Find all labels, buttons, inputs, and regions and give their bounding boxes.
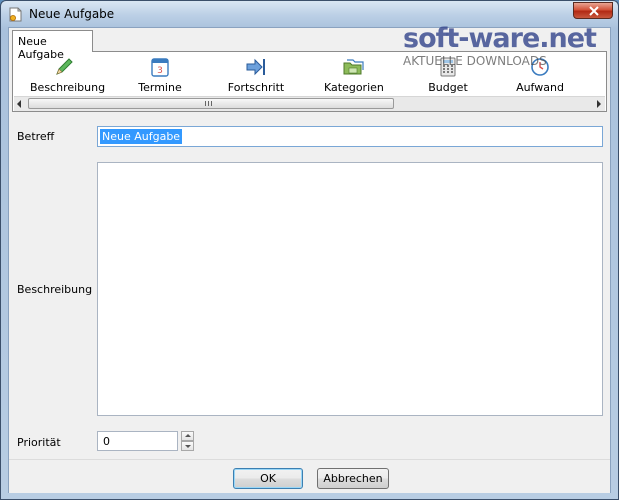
clock-icon	[531, 58, 549, 76]
dialog-client-area: Neue Aufgabe Beschreibung 3 Termine Fort…	[8, 27, 611, 493]
toolbar-item-kategorien[interactable]: Kategorien	[324, 56, 384, 94]
calendar-icon: 3	[151, 58, 169, 77]
toolbar-item-label: Budget	[428, 81, 468, 94]
calculator-icon	[440, 57, 456, 77]
toolbar-item-label: Termine	[138, 81, 182, 94]
subject-label: Betreff	[17, 130, 55, 143]
task-app-icon	[9, 7, 23, 22]
progress-arrow-icon	[246, 58, 265, 76]
chevron-down-icon	[185, 445, 191, 448]
spin-down-button[interactable]	[181, 441, 194, 451]
tab-neue-aufgabe[interactable]: Neue Aufgabe	[12, 30, 93, 61]
ok-button[interactable]: OK	[233, 468, 303, 489]
scroll-left-arrow-icon[interactable]	[17, 100, 21, 108]
close-icon	[589, 6, 599, 16]
priority-input[interactable]: 0	[97, 431, 178, 451]
window-title: Neue Aufgabe	[29, 7, 115, 21]
dialog-button-bar: OK Abbrechen	[9, 459, 610, 493]
dialog-window: Neue Aufgabe soft-ware.net AKTUELLE DOWN…	[0, 0, 619, 500]
scrollbar-grip-icon	[205, 101, 214, 106]
chevron-up-icon	[185, 434, 191, 437]
toolbar-item-label: Fortschritt	[227, 81, 285, 94]
cancel-button[interactable]: Abbrechen	[317, 468, 389, 489]
tab-label: Neue Aufgabe	[18, 35, 64, 61]
description-textarea[interactable]	[97, 162, 603, 416]
subject-selected-text: Neue Aufgabe	[100, 129, 183, 144]
folders-icon	[343, 59, 364, 75]
close-button[interactable]	[573, 2, 613, 19]
toolbar-item-label: Aufwand	[516, 81, 564, 94]
toolbar-item-label: Beschreibung	[30, 81, 106, 94]
toolbar-panel: Beschreibung 3 Termine Fortschritt Kateg…	[12, 51, 607, 112]
scrollbar-thumb[interactable]	[28, 98, 394, 109]
priority-label: Priorität	[17, 436, 61, 449]
title-bar[interactable]: Neue Aufgabe	[1, 1, 618, 27]
toolbar-item-fortschritt[interactable]: Fortschritt	[226, 56, 286, 94]
toolbar-item-budget[interactable]: Budget	[422, 56, 474, 94]
svg-text:3: 3	[157, 66, 163, 76]
toolbar-item-label: Kategorien	[324, 81, 384, 94]
toolbar-horizontal-scrollbar[interactable]	[14, 96, 605, 111]
scroll-right-arrow-icon[interactable]	[597, 100, 601, 108]
toolbar-item-beschreibung[interactable]: Beschreibung	[30, 56, 106, 94]
description-label: Beschreibung	[17, 283, 93, 296]
toolbar-item-aufwand[interactable]: Aufwand	[514, 56, 566, 94]
priority-value: 0	[103, 435, 110, 448]
priority-spinner	[181, 431, 194, 451]
toolbar-item-termine[interactable]: 3 Termine	[134, 56, 186, 94]
spin-up-button[interactable]	[181, 431, 194, 441]
subject-input[interactable]: Neue Aufgabe	[97, 126, 603, 147]
